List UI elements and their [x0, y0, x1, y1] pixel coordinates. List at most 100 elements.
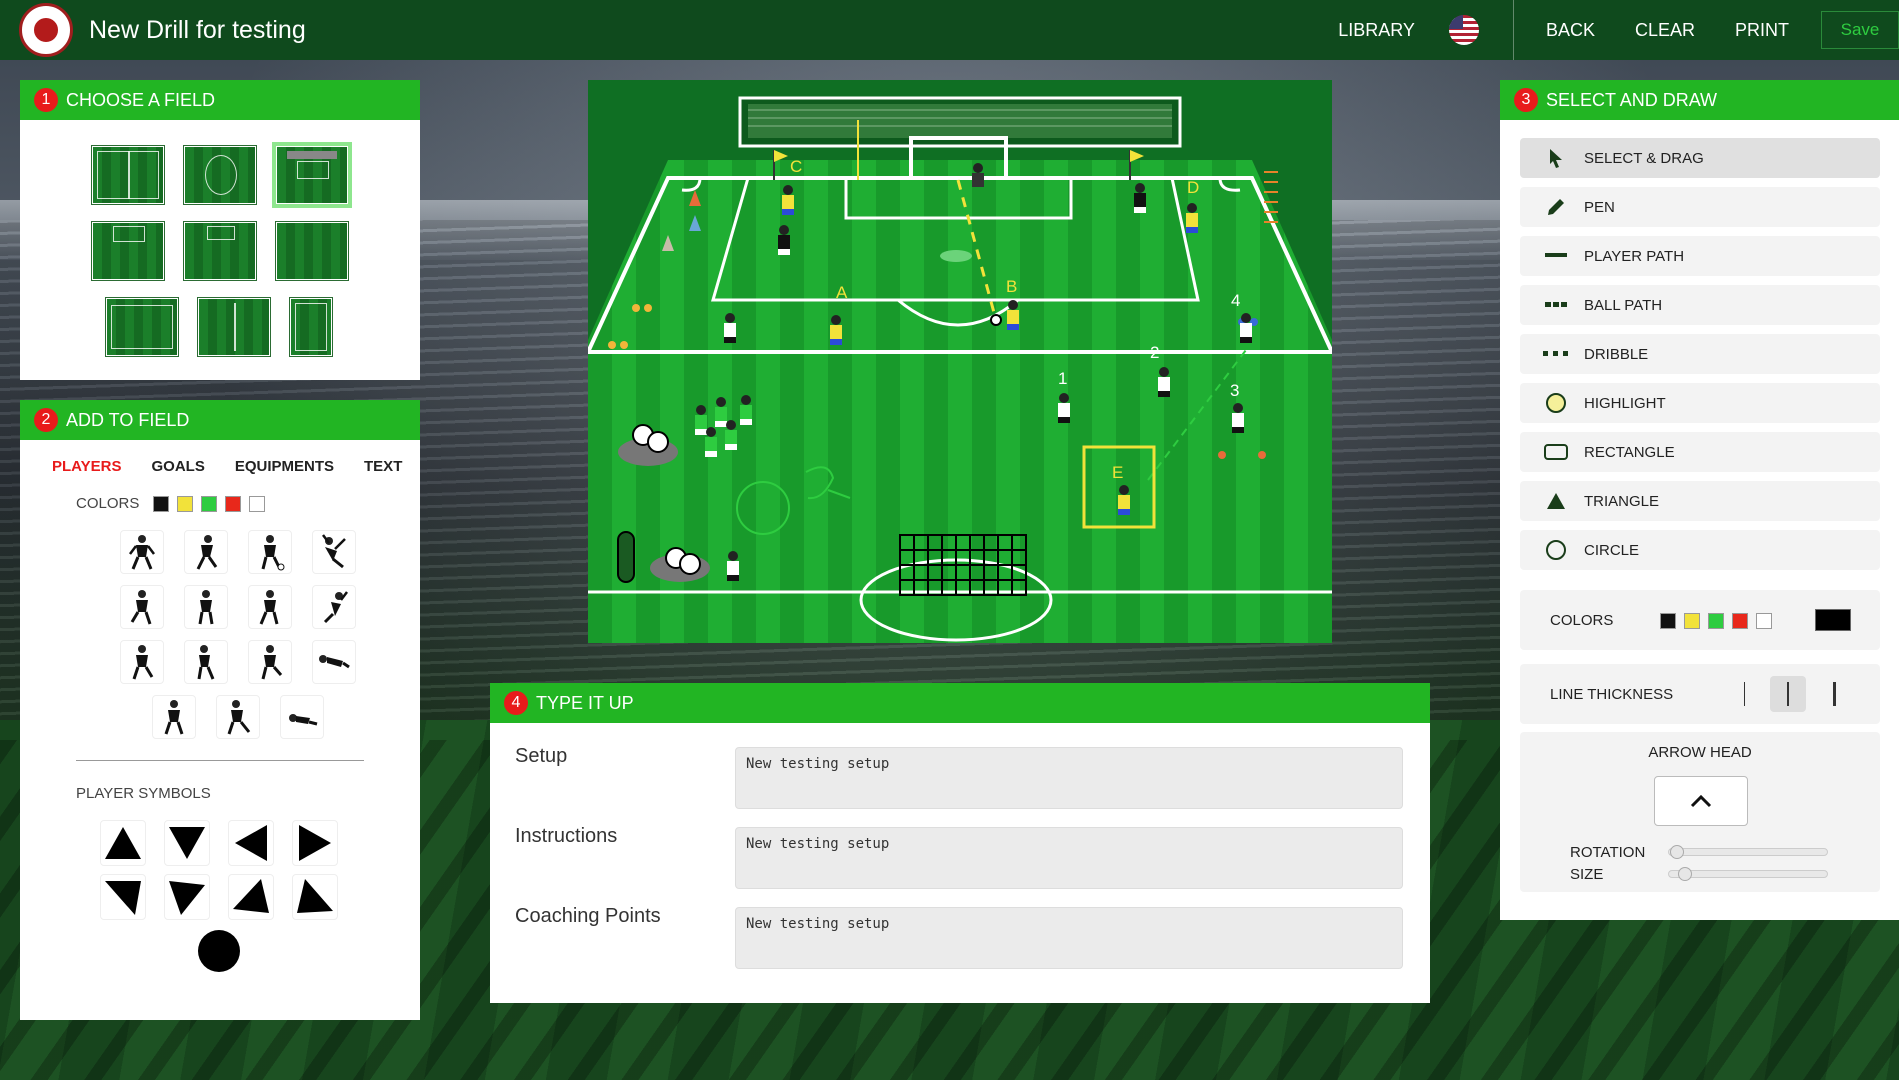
instructions-label: Instructions [515, 825, 618, 847]
rotation-slider[interactable] [1668, 848, 1828, 856]
color-swatch-green[interactable] [201, 495, 218, 512]
color-swatch-red[interactable] [225, 495, 242, 512]
circle-symbol-icon[interactable] [196, 928, 242, 974]
back-button[interactable]: BACK [1526, 20, 1615, 41]
player-icon[interactable] [184, 640, 228, 684]
triangle-diagonal-icon[interactable] [292, 874, 338, 920]
page-title: New Drill for testing [89, 15, 306, 44]
player-icon[interactable] [120, 530, 164, 574]
field-thumb-wide[interactable] [105, 297, 179, 357]
tool-circle[interactable]: CIRCLE [1520, 530, 1880, 570]
select-and-draw-header: 3 SELECT AND DRAW [1500, 80, 1899, 120]
triangle-diagonal-icon[interactable] [100, 874, 146, 920]
cursor-icon [1542, 144, 1570, 172]
field-label-1[interactable]: 1 [1058, 369, 1067, 388]
field-thumb-perspective[interactable] [183, 221, 257, 281]
field-thumb-plain[interactable] [275, 221, 349, 281]
instructions-textarea[interactable]: New testing setup [735, 827, 1403, 889]
player-colors-row: COLORS [76, 495, 420, 512]
field-label-2[interactable]: 2 [1150, 343, 1159, 362]
tool-ball-path[interactable]: BALL PATH [1520, 285, 1880, 325]
field-thumb-center[interactable] [183, 145, 257, 205]
triangle-diagonal-icon[interactable] [228, 874, 274, 920]
field-thumb-full[interactable] [91, 145, 165, 205]
rotation-slider-handle[interactable] [1670, 845, 1684, 859]
tool-pen[interactable]: PEN [1520, 187, 1880, 227]
us-flag-icon[interactable] [1448, 15, 1479, 45]
dashed-line-icon [1542, 291, 1570, 319]
tool-dribble[interactable]: DRIBBLE [1520, 334, 1880, 374]
field-label-3[interactable]: 3 [1230, 381, 1239, 400]
triangle-diagonal-icon[interactable] [164, 874, 210, 920]
triangle-up-icon[interactable] [100, 820, 146, 866]
current-color-picker[interactable] [1815, 609, 1851, 631]
triangle-down-icon[interactable] [164, 820, 210, 866]
section-divider [76, 760, 364, 761]
type-it-up-panel: 4 TYPE IT UP Setup New testing setup Ins… [490, 683, 1430, 1003]
print-button[interactable]: PRINT [1715, 20, 1809, 41]
library-link[interactable]: LIBRARY [1318, 20, 1435, 41]
player-icon[interactable] [120, 585, 164, 629]
player-icon[interactable] [152, 695, 196, 739]
field-label-a[interactable]: A [836, 283, 848, 302]
field-label-b[interactable]: B [1006, 277, 1017, 296]
coaching-points-textarea[interactable]: New testing setup [735, 907, 1403, 969]
field-label-c[interactable]: C [790, 157, 802, 176]
player-icon[interactable] [120, 640, 164, 684]
player-sliding-icon[interactable] [280, 695, 324, 739]
thickness-thin-option[interactable] [1744, 682, 1745, 706]
field-thumb-stadium-half[interactable] [272, 142, 352, 208]
add-to-field-title: ADD TO FIELD [66, 409, 190, 430]
drill-field-canvas[interactable]: C D A B E 1 2 3 4 [584, 80, 1336, 643]
tab-text[interactable]: TEXT [364, 458, 402, 475]
tab-players[interactable]: PLAYERS [52, 458, 121, 475]
thickness-medium-option[interactable] [1770, 676, 1806, 712]
color-swatch-white[interactable] [249, 495, 266, 512]
coaching-points-label: Coaching Points [515, 905, 661, 927]
tab-equipments[interactable]: EQUIPMENTS [235, 458, 334, 475]
player-icon[interactable] [216, 695, 260, 739]
field-thumb-narrow[interactable] [289, 297, 333, 357]
arrow-head-label: ARROW HEAD [1648, 744, 1752, 761]
field-label-e[interactable]: E [1112, 463, 1123, 482]
tab-goals[interactable]: GOALS [151, 458, 204, 475]
field-thumb-wide-half[interactable] [197, 297, 271, 357]
player-icon[interactable] [184, 530, 228, 574]
dotted-line-icon [1542, 340, 1570, 368]
tool-highlight[interactable]: HIGHLIGHT [1520, 383, 1880, 423]
color-swatch-yellow[interactable] [177, 495, 194, 512]
tool-select-drag[interactable]: SELECT & DRAG [1520, 138, 1880, 178]
setup-textarea[interactable]: New testing setup [735, 747, 1403, 809]
clear-button[interactable]: CLEAR [1615, 20, 1715, 41]
player-goalkeeper-icon[interactable] [312, 530, 356, 574]
save-button[interactable]: Save [1821, 11, 1899, 49]
arrow-head-button[interactable] [1654, 776, 1748, 826]
field-label-d[interactable]: D [1187, 178, 1199, 197]
player-icon[interactable] [248, 585, 292, 629]
tool-player-path[interactable]: PLAYER PATH [1520, 236, 1880, 276]
field-label-4[interactable]: 4 [1231, 291, 1240, 310]
tool-rectangle[interactable]: RECTANGLE [1520, 432, 1880, 472]
logo-icon[interactable] [19, 3, 73, 57]
player-icon[interactable] [184, 585, 228, 629]
add-to-field-header: 2 ADD TO FIELD [20, 400, 420, 440]
tool-triangle[interactable]: TRIANGLE [1520, 481, 1880, 521]
size-slider[interactable] [1668, 870, 1828, 878]
player-goalkeeper-icon[interactable] [312, 585, 356, 629]
thickness-thick-option[interactable] [1833, 682, 1836, 706]
player-diving-icon[interactable] [312, 640, 356, 684]
triangle-left-icon[interactable] [228, 820, 274, 866]
draw-color-black[interactable] [1660, 613, 1676, 629]
draw-color-green[interactable] [1708, 613, 1724, 629]
player-icon[interactable] [248, 530, 292, 574]
line-thickness-label: LINE THICKNESS [1550, 686, 1674, 703]
player-icon[interactable] [248, 640, 292, 684]
triangle-right-icon[interactable] [292, 820, 338, 866]
rotation-label: ROTATION [1570, 844, 1646, 861]
draw-color-red[interactable] [1732, 613, 1748, 629]
draw-color-white[interactable] [1756, 613, 1772, 629]
size-slider-handle[interactable] [1678, 867, 1692, 881]
field-thumb-half-goal[interactable] [91, 221, 165, 281]
draw-color-yellow[interactable] [1684, 613, 1700, 629]
color-swatch-black[interactable] [153, 495, 170, 512]
